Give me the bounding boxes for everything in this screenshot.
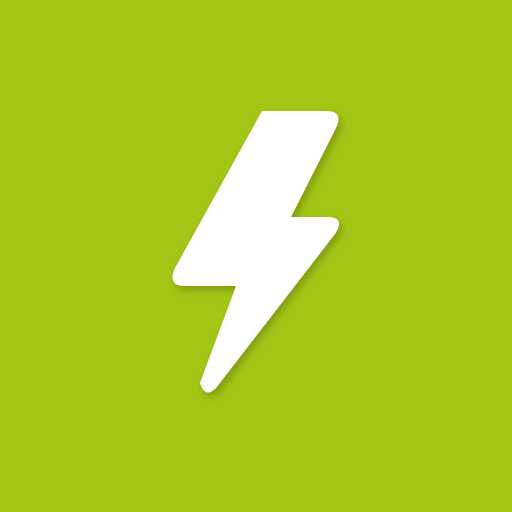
lightning-bolt-icon bbox=[0, 0, 512, 512]
app-icon[interactable] bbox=[0, 0, 512, 512]
